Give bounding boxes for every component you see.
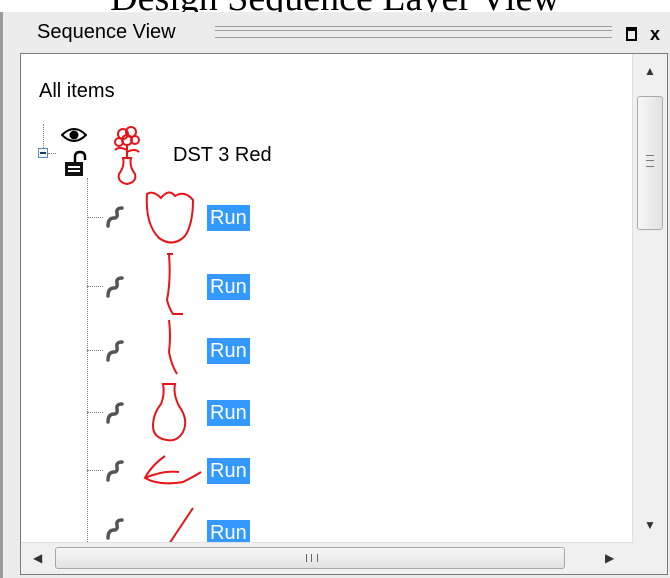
tree-line [43, 124, 44, 148]
vertical-line-preview [161, 316, 185, 383]
tree-item-label[interactable]: Run [207, 400, 250, 426]
scroll-down-icon[interactable]: ▼ [644, 518, 656, 532]
tree-item-label[interactable]: Run [207, 458, 250, 484]
tree-item-label[interactable]: Run [207, 274, 250, 300]
tree-item-label[interactable]: Run [207, 338, 250, 364]
lock-open-icon[interactable] [63, 150, 89, 183]
tree-line [87, 286, 103, 287]
window-title: Sequence View [37, 21, 176, 43]
scroll-left-icon[interactable]: ◀ [33, 551, 42, 565]
vertical-scroll-thumb[interactable] [637, 96, 663, 230]
tree-line [87, 178, 88, 574]
thumb-grip-icon [306, 554, 318, 562]
leaf-outline-preview [139, 452, 205, 497]
tree-root-label[interactable]: All items [39, 80, 115, 103]
vertical-scrollbar[interactable]: ▲ ▼ [632, 54, 667, 544]
horizontal-scrollbar[interactable]: ◀ ▶ [21, 542, 635, 574]
tulip-outline-preview [139, 184, 205, 255]
title-grip[interactable] [215, 26, 612, 38]
scroll-right-icon[interactable]: ▶ [605, 551, 614, 565]
dock-icon[interactable] [622, 24, 642, 44]
tree-line [87, 470, 103, 471]
stitch-run-icon [105, 204, 125, 235]
stitch-run-icon [105, 400, 125, 431]
title-bar[interactable]: Sequence View x [3, 12, 670, 52]
thumb-grip-icon [646, 155, 654, 167]
bracket-line-preview [159, 250, 189, 325]
stitch-run-icon [105, 458, 125, 489]
close-icon[interactable]: x [645, 24, 665, 44]
scroll-up-icon[interactable]: ▲ [644, 64, 656, 78]
tree-line [87, 412, 103, 413]
scrollbar-corner [633, 543, 667, 574]
tree-line [87, 350, 103, 351]
tree-line [48, 153, 56, 154]
eye-icon[interactable] [60, 126, 88, 149]
horizontal-scroll-thumb[interactable] [55, 547, 565, 569]
tree-item-label[interactable]: DST 3 Red [173, 144, 272, 167]
stitch-run-icon [105, 338, 125, 369]
sequence-tree-panel: All items DST 3 Red Run Run Run Run Run … [20, 53, 668, 575]
stitch-run-icon [105, 274, 125, 305]
tree-line [87, 217, 103, 218]
vase-flower-icon [109, 124, 145, 193]
tree-item-label[interactable]: Run [207, 205, 250, 231]
collapse-toggle-icon[interactable] [38, 148, 48, 158]
vase-outline-preview [147, 380, 191, 449]
